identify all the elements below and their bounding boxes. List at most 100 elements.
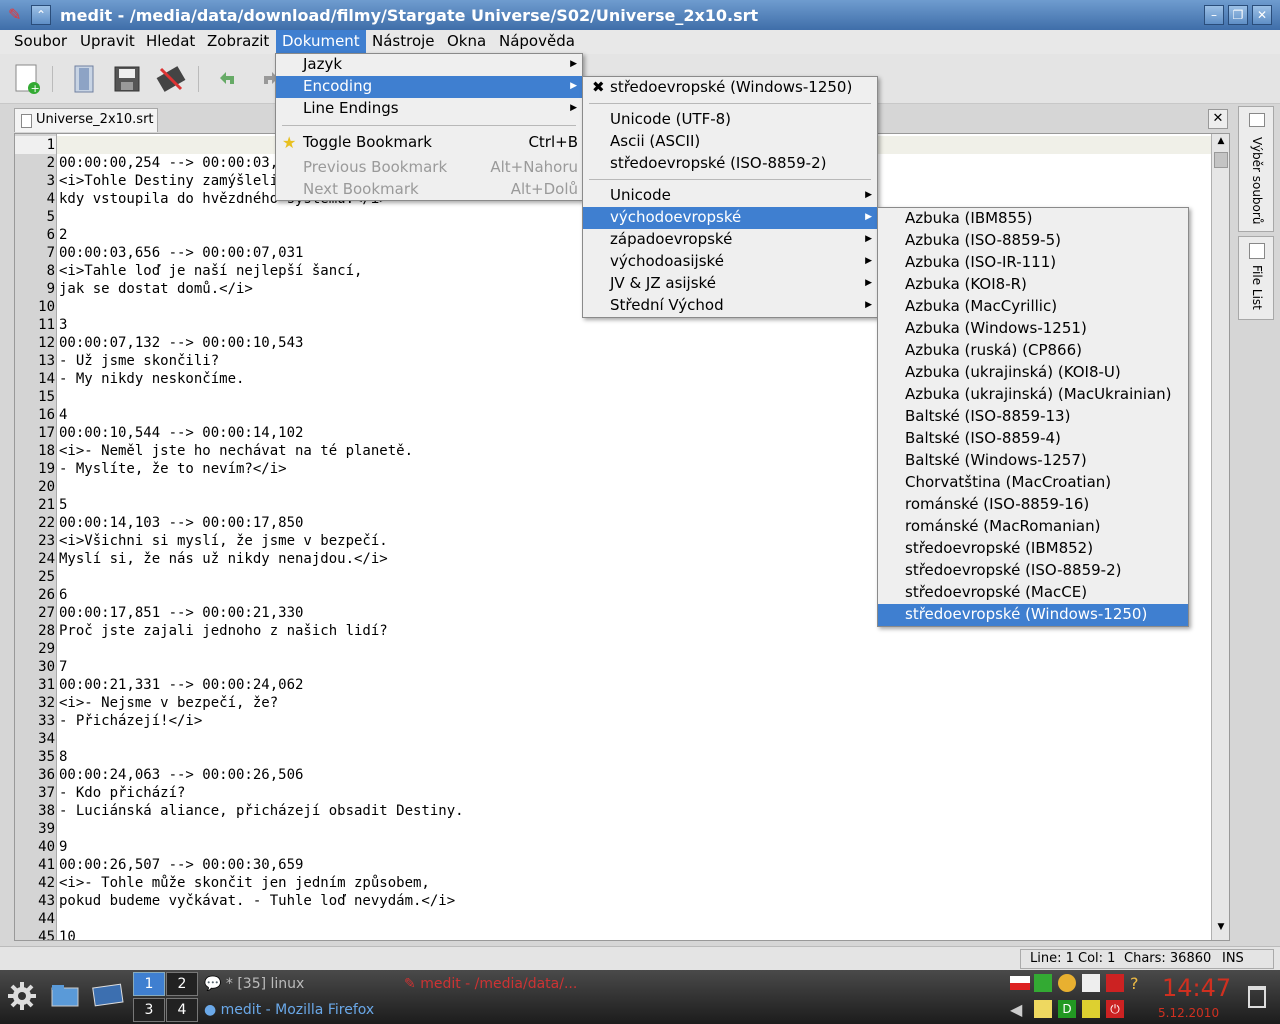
clipboard-icon[interactable]: [1082, 974, 1100, 992]
encoding-item-ascii[interactable]: Ascii (ASCII): [583, 131, 877, 153]
eastern-encoding-item[interactable]: středoevropské (Windows-1250): [878, 604, 1188, 626]
submenu-arrow-icon: ▶: [570, 81, 577, 91]
close-button[interactable]: ✕: [1252, 5, 1272, 25]
eastern-encoding-item[interactable]: Azbuka (MacCyrillic): [878, 296, 1188, 318]
menu-dokument[interactable]: Dokument: [276, 30, 366, 54]
eastern-encoding-item[interactable]: Azbuka (KOI8-R): [878, 274, 1188, 296]
clock-time[interactable]: 14:47: [1162, 974, 1231, 1002]
encoding-item-utf8[interactable]: Unicode (UTF-8): [583, 109, 877, 131]
eastern-encoding-item[interactable]: středoevropské (IBM852): [878, 538, 1188, 560]
menu-nastroje[interactable]: Nástroje: [366, 30, 441, 54]
menu-napoveda[interactable]: Nápověda: [493, 30, 581, 54]
menu-item-encoding[interactable]: Encoding ▶: [276, 76, 582, 98]
menu-upravit[interactable]: Upravit: [74, 30, 141, 54]
new-file-icon[interactable]: +: [10, 62, 44, 96]
encoding-item-windows-1250[interactable]: ✖ středoevropské (Windows-1250): [583, 77, 877, 99]
file-selector-tab[interactable]: Výběr souborů: [1238, 106, 1274, 232]
eastern-encoding-item[interactable]: Azbuka (ISO-8859-5): [878, 230, 1188, 252]
eastern-encoding-item[interactable]: románské (MacRomanian): [878, 516, 1188, 538]
window-titlebar[interactable]: ✎ ⌃ medit - /media/data/download/filmy/S…: [0, 0, 1280, 30]
volume-icon[interactable]: ◀: [1010, 1000, 1028, 1019]
undo-icon[interactable]: [210, 62, 244, 96]
menu-zobrazit[interactable]: Zobrazit: [201, 30, 275, 54]
encoding-item-unicode[interactable]: Unicode ▶: [583, 185, 877, 207]
close-file-icon[interactable]: [154, 62, 188, 96]
power-icon[interactable]: ⏻: [1106, 1000, 1124, 1018]
scroll-up-arrow[interactable]: ▲: [1214, 136, 1228, 150]
text-line: 5: [59, 497, 68, 513]
window-title: medit - /media/data/download/filmy/Starg…: [60, 6, 759, 25]
eastern-encoding-item[interactable]: románské (ISO-8859-16): [878, 494, 1188, 516]
status-bar: Line: 1 Col: 1 Chars: 36860 INS: [0, 946, 1280, 970]
pager-desktop-4[interactable]: 4: [166, 998, 198, 1022]
file-manager-icon[interactable]: [50, 982, 80, 1010]
eastern-encoding-item[interactable]: středoevropské (MacCE): [878, 582, 1188, 604]
download-manager-icon[interactable]: D: [1058, 1000, 1076, 1018]
submenu-arrow-icon: ▶: [570, 59, 577, 69]
menubar: Soubor Upravit Hledat Zobrazit Dokument …: [0, 30, 1280, 54]
encoding-item-middle-east[interactable]: Střední Východ ▶: [583, 295, 877, 317]
scrollbar-thumb[interactable]: [1214, 152, 1228, 168]
task-medit[interactable]: ✎ medit - /media/data/...: [404, 976, 577, 994]
task-konsole[interactable]: 💬 * [35] linux: [204, 976, 304, 994]
text-line: jak se dostat domů.</i>: [59, 281, 253, 297]
eastern-encoding-item[interactable]: Azbuka (ISO-IR-111): [878, 252, 1188, 274]
encoding-item-se-sw-asian[interactable]: JV & JZ asijské ▶: [583, 273, 877, 295]
minimize-button[interactable]: –: [1204, 5, 1224, 25]
network-icon[interactable]: [1034, 974, 1052, 992]
line-number: 8: [46, 263, 55, 279]
editor-tray-icon[interactable]: [1082, 1000, 1100, 1018]
encoding-item-iso-8859-2[interactable]: středoevropské (ISO-8859-2): [583, 153, 877, 175]
file-selector-icon: [1249, 113, 1265, 127]
pager-desktop-2[interactable]: 2: [166, 972, 198, 996]
encoding-item-east-asian[interactable]: východoasijské ▶: [583, 251, 877, 273]
medit-task-icon: ✎: [404, 976, 421, 992]
desktop-icon[interactable]: [92, 982, 124, 1010]
save-file-icon[interactable]: [110, 62, 144, 96]
pager-desktop-3[interactable]: 3: [133, 998, 165, 1022]
document-icon: [21, 114, 32, 128]
menu-okna[interactable]: Okna: [441, 30, 492, 54]
update-icon[interactable]: [1106, 974, 1124, 992]
menu-item-line-endings[interactable]: Line Endings ▶: [276, 98, 582, 120]
line-number: 36: [38, 767, 55, 783]
close-tab-button[interactable]: ✕: [1208, 109, 1228, 129]
notes-icon[interactable]: [1058, 974, 1076, 992]
eastern-encoding-item[interactable]: Baltské (ISO-8859-13): [878, 406, 1188, 428]
sticky-note-icon[interactable]: [1034, 1000, 1052, 1018]
kde-menu-icon[interactable]: [6, 980, 38, 1012]
eastern-encoding-item[interactable]: Baltské (Windows-1257): [878, 450, 1188, 472]
window-menu-button[interactable]: ⌃: [31, 5, 51, 25]
eastern-encoding-item[interactable]: Azbuka (ukrajinská) (KOI8-U): [878, 362, 1188, 384]
eastern-encoding-item[interactable]: Azbuka (IBM855): [878, 208, 1188, 230]
line-number: 12: [38, 335, 55, 351]
document-tab[interactable]: Universe_2x10.srt: [14, 108, 158, 132]
scroll-down-arrow[interactable]: ▼: [1214, 922, 1228, 936]
menu-item-toggle-bookmark[interactable]: ★ Toggle Bookmark Ctrl+B: [276, 132, 582, 154]
eastern-encoding-item[interactable]: Chorvatština (MacCroatian): [878, 472, 1188, 494]
encoding-item-western[interactable]: západoevropské ▶: [583, 229, 877, 251]
file-list-tab[interactable]: File List: [1238, 236, 1274, 320]
line-number: 20: [38, 479, 55, 495]
maximize-button[interactable]: ❐: [1228, 5, 1248, 25]
eastern-encoding-item[interactable]: Baltské (ISO-8859-4): [878, 428, 1188, 450]
help-icon[interactable]: ?: [1130, 974, 1146, 993]
text-line: 3: [59, 317, 68, 333]
eastern-encoding-item[interactable]: Azbuka (ruská) (CP866): [878, 340, 1188, 362]
keyboard-layout-icon[interactable]: [1010, 976, 1030, 990]
encoding-item-eastern[interactable]: východoevropské ▶: [583, 207, 877, 229]
task-firefox[interactable]: ● medit - Mozilla Firefox: [204, 1002, 374, 1020]
menu-item-jazyk[interactable]: Jazyk ▶: [276, 54, 582, 76]
menu-soubor[interactable]: Soubor: [8, 30, 73, 54]
eastern-encoding-item[interactable]: Azbuka (Windows-1251): [878, 318, 1188, 340]
open-file-icon[interactable]: [66, 62, 100, 96]
vertical-scrollbar[interactable]: ▲ ▼: [1211, 134, 1229, 940]
text-line: 00:00:24,063 --> 00:00:26,506: [59, 767, 304, 783]
eastern-encoding-item[interactable]: Azbuka (ukrajinská) (MacUkrainian): [878, 384, 1188, 406]
line-number: 19: [38, 461, 55, 477]
trash-icon[interactable]: [1248, 986, 1266, 1008]
eastern-encoding-item[interactable]: středoevropské (ISO-8859-2): [878, 560, 1188, 582]
menu-hledat[interactable]: Hledat: [140, 30, 201, 54]
text-line: 00:00:10,544 --> 00:00:14,102: [59, 425, 304, 441]
pager-desktop-1[interactable]: 1: [133, 972, 165, 996]
